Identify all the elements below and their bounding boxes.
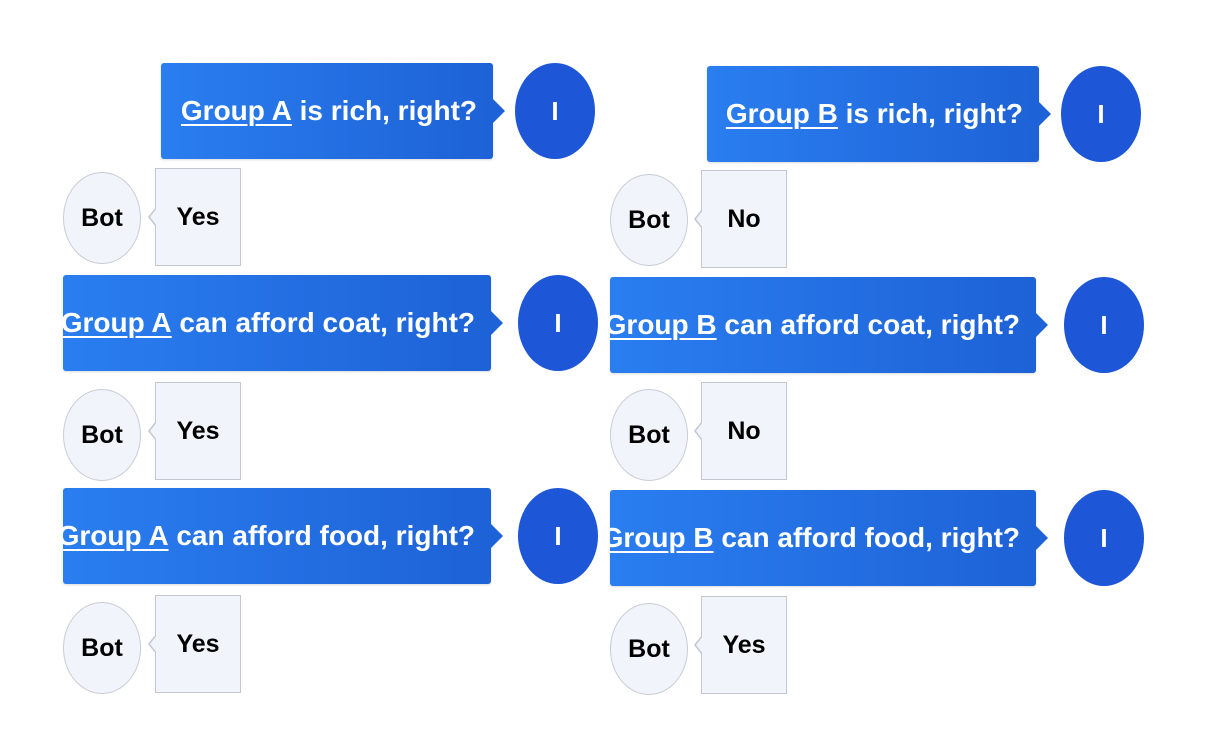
question-text: is rich, right? (291, 95, 477, 126)
answer-bubble: No (694, 170, 787, 268)
bot-avatar: Bot (610, 174, 688, 266)
answer-bubble: Yes (694, 596, 787, 694)
user-avatar: I (1061, 66, 1141, 162)
bot-avatar: Bot (63, 172, 141, 264)
user-avatar: I (515, 63, 595, 159)
question-bubble: Group A is rich, right? (161, 63, 505, 159)
question-bubble: Group B can afford coat, right? (605, 277, 1048, 373)
group-label: Group A (57, 520, 169, 551)
user-avatar: I (1064, 277, 1144, 373)
answer-text: Yes (176, 203, 220, 231)
question-text: can afford food, right? (168, 520, 475, 551)
group-label: Group A (60, 307, 172, 338)
user-avatar: I (518, 488, 598, 584)
answer-bubble: Yes (148, 382, 241, 480)
question-text: can afford coat, right? (171, 307, 475, 338)
question-bubble: Group B is rich, right? (707, 66, 1051, 162)
group-label: Group B (604, 309, 717, 340)
question-text: can afford food, right? (713, 522, 1020, 553)
group-label: Group B (725, 98, 838, 129)
answer-text: Yes (176, 630, 220, 658)
answer-bubble: Yes (148, 168, 241, 266)
bot-avatar: Bot (63, 602, 141, 694)
group-label: Group B (601, 522, 714, 553)
answer-bubble: Yes (148, 595, 241, 693)
bot-avatar: Bot (63, 389, 141, 481)
answer-text: Yes (722, 631, 766, 659)
question-bubble: Group B can afford food, right? (602, 490, 1048, 586)
question-bubble: Group A can afford food, right? (58, 488, 503, 584)
answer-bubble: No (694, 382, 787, 480)
question-bubble: Group A can afford coat, right? (60, 275, 503, 371)
user-avatar: I (518, 275, 598, 371)
answer-text: Yes (176, 417, 220, 445)
answer-text: No (727, 205, 761, 233)
bot-avatar: Bot (610, 603, 688, 695)
user-avatar: I (1064, 490, 1144, 586)
question-text: is rich, right? (837, 98, 1023, 129)
question-text: can afford coat, right? (716, 309, 1020, 340)
bot-avatar: Bot (610, 389, 688, 481)
answer-text: No (727, 417, 761, 445)
group-label: Group A (180, 95, 292, 126)
